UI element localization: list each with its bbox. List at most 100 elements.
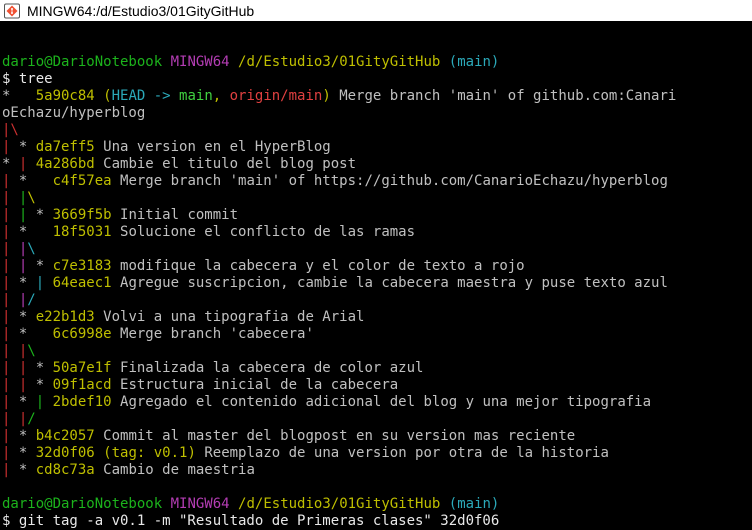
terminal-text: 3669f5b <box>52 207 112 223</box>
terminal-line: * 5a90c84 (HEAD -> main, origin/main) Me… <box>2 88 752 105</box>
terminal-line: dario@DarioNotebook MINGW64 /d/Estudio3/… <box>2 496 752 513</box>
terminal-text: b4c2057 <box>35 428 95 444</box>
terminal-line: | * e22b1d3 Volvi a una tipografia de Ar… <box>2 309 752 326</box>
terminal-text: 2bdef10 <box>52 394 112 410</box>
terminal-text: cd8c73a <box>35 462 95 478</box>
terminal-text: Initial commit <box>111 207 239 223</box>
terminal-text: * <box>18 173 53 189</box>
terminal-text: | <box>2 462 19 478</box>
terminal-line: | * 18f5031 Solucione el conflicto de la… <box>2 224 752 241</box>
terminal-line: | |\ <box>2 241 752 258</box>
terminal-text: Commit al master del blogpost en su vers… <box>94 428 576 444</box>
terminal-text: Agregue suscripcion, cambie la cabecera … <box>111 275 668 291</box>
terminal-text: Volvi a una tipografia de Arial <box>94 309 365 325</box>
terminal-text: dario@DarioNotebook <box>2 54 163 70</box>
terminal-text: * <box>35 377 53 393</box>
terminal-text: |\ <box>2 122 19 138</box>
terminal-text: | <box>2 224 19 240</box>
terminal-line: | |/ <box>2 292 752 309</box>
terminal-text: | <box>2 326 19 342</box>
terminal-output[interactable]: dario@DarioNotebook MINGW64 /d/Estudio3/… <box>2 37 752 530</box>
terminal-text: | <box>2 377 19 393</box>
terminal-text: 5a90c84 <box>35 88 104 104</box>
terminal-text: | <box>2 445 19 461</box>
terminal-text: Merge branch 'main' of github.com:Canari <box>330 88 677 104</box>
terminal-text: /d/Estudio3/01GityGitHub <box>238 54 441 70</box>
terminal-text: ( <box>103 88 112 104</box>
terminal-line: | * c4f57ea Merge branch 'main' of https… <box>2 173 752 190</box>
terminal-text: * <box>18 224 53 240</box>
terminal-text: * <box>35 360 53 376</box>
terminal-text: | <box>2 411 19 427</box>
terminal-text: | <box>2 190 19 206</box>
terminal-line: | * b4c2057 Commit al master del blogpos… <box>2 428 752 445</box>
terminal-line: dario@DarioNotebook MINGW64 /d/Estudio3/… <box>2 54 752 71</box>
terminal-line: | | * 09f1acd Estructura inicial de la c… <box>2 377 752 394</box>
terminal-text: | <box>18 258 36 274</box>
terminal-text: Estructura inicial de la cabecera <box>111 377 399 393</box>
terminal-text: | <box>18 207 36 223</box>
terminal-line: | | * 3669f5b Initial commit <box>2 207 752 224</box>
terminal-text: * <box>18 462 36 478</box>
terminal-text: | <box>2 428 19 444</box>
terminal-text: Merge branch 'main' of https://github.co… <box>111 173 668 189</box>
terminal-text: $ git tag -a v0.1 -m "Resultado de Prime… <box>2 513 500 529</box>
terminal-line: | * 6c6998e Merge branch 'cabecera' <box>2 326 752 343</box>
terminal-text: tag: v0.1 <box>111 445 188 461</box>
terminal-text: main <box>179 88 213 104</box>
terminal-text: | <box>2 241 19 257</box>
terminal-text: | <box>2 258 19 274</box>
terminal-text: | <box>2 394 19 410</box>
terminal-text: * <box>2 156 19 172</box>
terminal-text: 32d0f06 <box>35 445 95 461</box>
terminal-text: origin/main <box>229 88 323 104</box>
terminal-text: * <box>18 394 36 410</box>
terminal-text: * <box>2 88 36 104</box>
terminal-text: $ tree <box>2 71 53 87</box>
terminal-text: /d/Estudio3/01GityGitHub <box>238 496 441 512</box>
terminal-text: oEchazu/hyperblog <box>2 105 146 121</box>
window-title: MINGW64:/d/Estudio3/01GityGitHub <box>27 2 255 19</box>
terminal-line: |\ <box>2 122 752 139</box>
terminal-text: * <box>18 326 53 342</box>
terminal-text: 18f5031 <box>52 224 112 240</box>
terminal-text: ( <box>103 445 112 461</box>
terminal-text: (main) <box>448 496 500 512</box>
terminal-text: | <box>18 360 36 376</box>
terminal-text: (main) <box>448 54 500 70</box>
terminal-text: * <box>35 207 53 223</box>
terminal-text: | <box>35 394 53 410</box>
terminal-text: Solucione el conflicto de las ramas <box>111 224 416 240</box>
terminal-line: | |\ <box>2 343 752 360</box>
terminal-text: | <box>18 377 36 393</box>
terminal-text: | <box>2 139 19 155</box>
terminal-text: 50a7e1f <box>52 360 112 376</box>
terminal-text: | <box>2 275 19 291</box>
terminal-text: Agregado el contenido adicional del blog… <box>111 394 652 410</box>
terminal-text: ) <box>322 88 331 104</box>
terminal-text: / <box>27 292 36 308</box>
terminal-text: | <box>2 292 19 308</box>
terminal-text: Cambie el titulo del blog post <box>94 156 357 172</box>
terminal-text: , <box>212 88 230 104</box>
terminal-text: 64eaec1 <box>52 275 112 291</box>
terminal-text: | <box>35 275 53 291</box>
window-titlebar: MINGW64:/d/Estudio3/01GityGitHub <box>0 0 752 21</box>
terminal-text: * <box>18 445 36 461</box>
terminal-text: * <box>18 428 36 444</box>
terminal-text: Cambio de maestria <box>94 462 255 478</box>
git-bash-icon <box>4 3 20 18</box>
terminal-line: $ git tag -a v0.1 -m "Resultado de Prime… <box>2 513 752 530</box>
terminal-line: $ tree <box>2 71 752 88</box>
terminal-text: \ <box>27 241 36 257</box>
terminal-text: HEAD -> <box>111 88 180 104</box>
terminal-text: MINGW64 <box>170 54 230 70</box>
terminal-text: 6c6998e <box>52 326 112 342</box>
terminal-line: | |\ <box>2 190 752 207</box>
terminal-line: * | 4a286bd Cambie el titulo del blog po… <box>2 156 752 173</box>
